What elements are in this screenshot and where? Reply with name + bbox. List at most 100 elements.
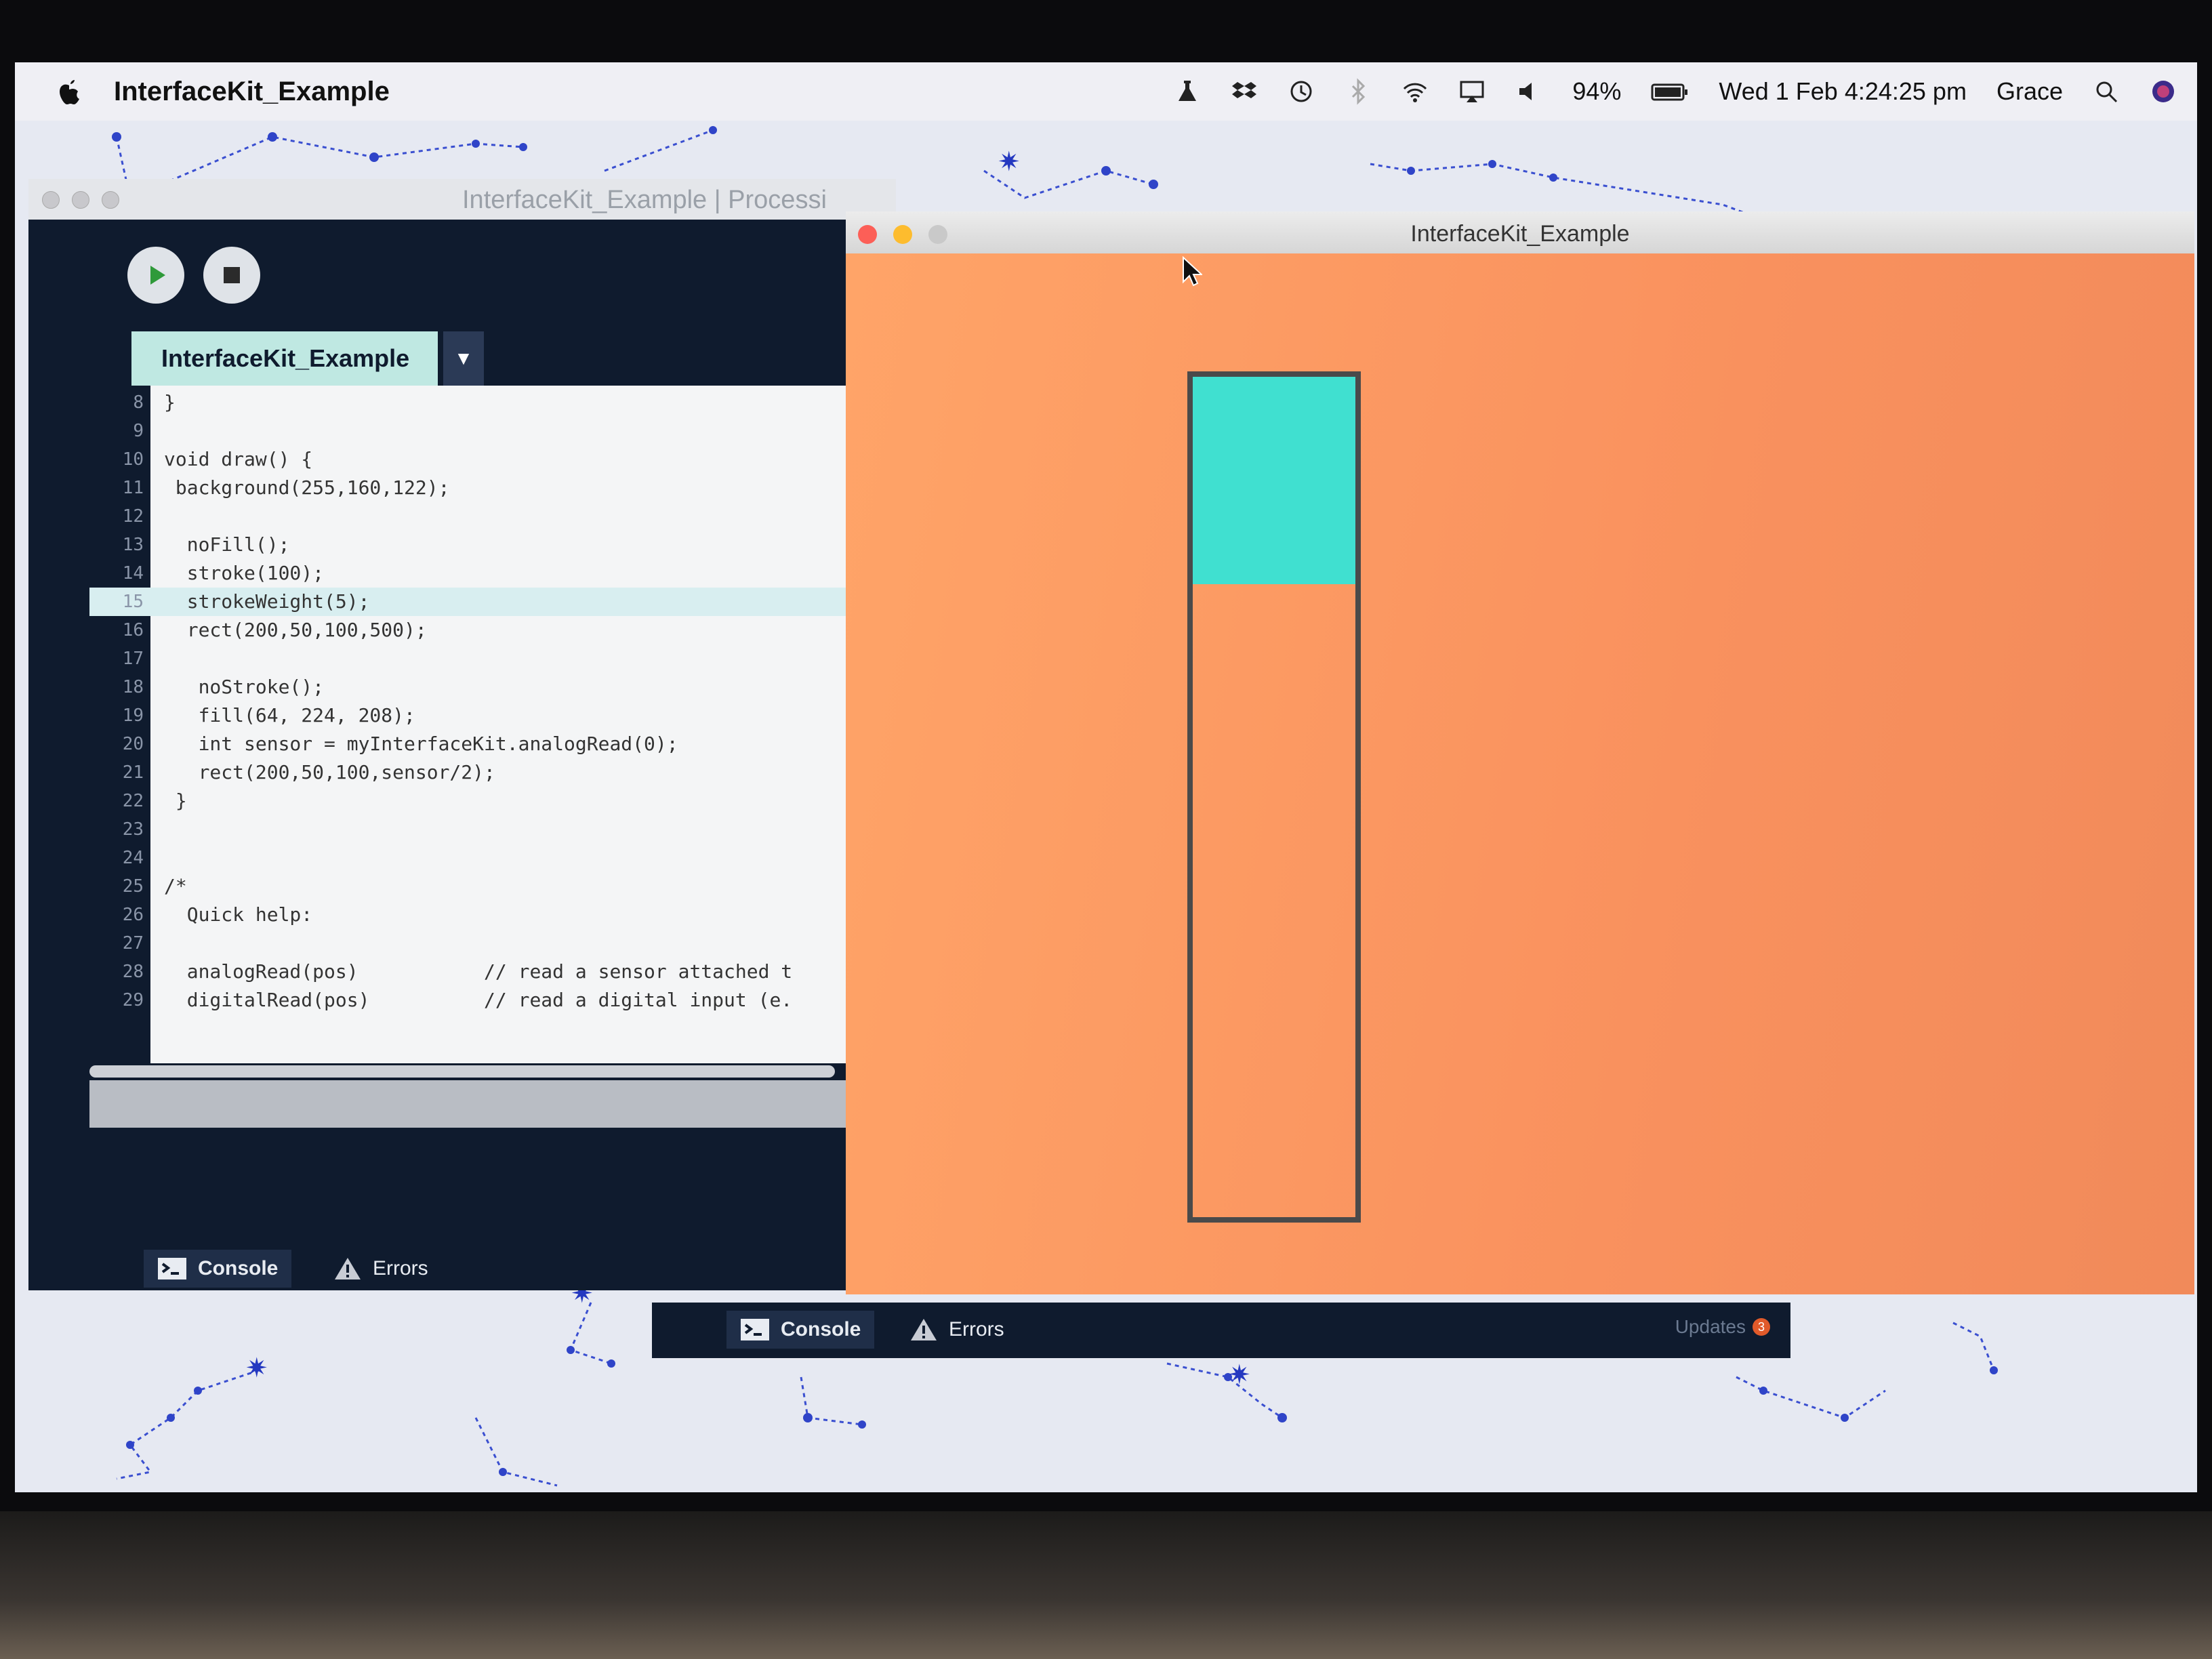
bluetooth-icon[interactable] [1345, 78, 1372, 105]
line-number: 17 [122, 649, 144, 669]
code-line[interactable]: 28 analogRead(pos) // read a sensor atta… [89, 958, 896, 986]
code-line[interactable]: 27 [89, 929, 896, 958]
line-number: 12 [122, 506, 144, 527]
terminal-icon [741, 1319, 769, 1340]
line-number: 26 [122, 905, 144, 925]
code-line[interactable]: 17 [89, 644, 896, 673]
code-line[interactable]: 20 int sensor = myInterfaceKit.analogRea… [89, 730, 896, 758]
code-text: int sensor = myInterfaceKit.analogRead(0… [164, 733, 678, 755]
code-line[interactable]: 18 noStroke(); [89, 673, 896, 701]
code-text: rect(200,50,100,500); [164, 619, 427, 641]
tab-console[interactable]: Console [144, 1250, 292, 1288]
code-line[interactable]: 9 [89, 417, 896, 445]
code-text: } [164, 391, 176, 413]
line-number: 10 [122, 449, 144, 470]
code-text: } [164, 790, 187, 812]
code-line[interactable]: 22 } [89, 787, 896, 815]
terminal-icon [158, 1258, 186, 1279]
play-icon [150, 266, 165, 285]
wifi-icon[interactable] [1401, 78, 1429, 105]
code-text: strokeWeight(5); [164, 590, 370, 613]
dropbox-icon[interactable] [1231, 78, 1258, 105]
line-number: 19 [122, 705, 144, 726]
code-text: analogRead(pos) // read a sensor attache… [164, 960, 793, 983]
tab-menu-button[interactable]: ▼ [443, 331, 484, 386]
spotlight-search-icon[interactable] [2093, 78, 2120, 105]
code-line[interactable]: 15 strokeWeight(5); [89, 588, 896, 616]
code-text: noStroke(); [164, 676, 325, 698]
volume-icon[interactable] [1515, 78, 1542, 105]
mouse-cursor-icon [1183, 256, 1202, 287]
code-line[interactable]: 14 stroke(100); [89, 559, 896, 588]
time-machine-icon[interactable] [1288, 78, 1315, 105]
svg-text:✷: ✷ [245, 1353, 268, 1384]
svg-text:✷: ✷ [1228, 1359, 1251, 1391]
stop-button[interactable] [203, 247, 260, 304]
ide-title-bar[interactable]: InterfaceKit_Example | Processi [28, 179, 896, 220]
tab-interfacekit-example[interactable]: InterfaceKit_Example [131, 331, 438, 386]
code-line[interactable]: 8} [89, 388, 896, 417]
battery-icon[interactable] [1651, 78, 1689, 105]
battery-percentage[interactable]: 94% [1572, 77, 1621, 106]
ide-minimize-button[interactable] [72, 191, 89, 209]
line-number: 25 [122, 876, 144, 897]
active-app-name[interactable]: InterfaceKit_Example [114, 77, 390, 107]
user-name[interactable]: Grace [1996, 77, 2063, 106]
siri-icon[interactable] [2150, 78, 2177, 105]
console-tab-label: Console [198, 1257, 279, 1279]
line-number: 27 [122, 933, 144, 954]
code-line[interactable]: 13 noFill(); [89, 531, 896, 559]
code-line[interactable]: 10 void draw() { [89, 445, 896, 474]
line-number: 13 [122, 535, 144, 555]
sketch-canvas[interactable] [846, 253, 2194, 1294]
tab-errors-2[interactable]: Errors [896, 1311, 1018, 1349]
code-line[interactable]: 11 background(255,160,122); [89, 474, 896, 502]
status-area: 94% Wed 1 Feb 4:24:25 pm Grace [1174, 62, 2177, 121]
updates-button[interactable]: Updates 3 [1675, 1316, 1770, 1338]
line-number: 16 [122, 620, 144, 640]
tab-console-2[interactable]: Console [726, 1311, 875, 1349]
code-line[interactable]: 25 /* [89, 872, 896, 901]
line-number: 11 [122, 478, 144, 498]
code-line[interactable]: 29 digitalRead(pos) // read a digital in… [89, 986, 896, 1015]
editor-horizontal-scrollbar[interactable] [89, 1065, 835, 1078]
updates-count-badge: 3 [1753, 1318, 1770, 1336]
run-button[interactable] [127, 247, 184, 304]
code-line[interactable]: 23 [89, 815, 896, 844]
code-text: fill(64, 224, 208); [164, 704, 415, 726]
line-number: 20 [122, 734, 144, 754]
line-number: 23 [122, 819, 144, 840]
sketch-title-bar[interactable]: InterfaceKit_Example [846, 211, 2194, 253]
ide-zoom-button[interactable] [102, 191, 119, 209]
line-number: 28 [122, 962, 144, 982]
code-line[interactable]: 24 [89, 844, 896, 872]
apple-menu-icon[interactable] [56, 76, 83, 107]
console-tab-label: Console [781, 1318, 861, 1340]
line-number: 29 [122, 990, 144, 1010]
line-number: 9 [133, 421, 144, 441]
code-line[interactable]: 19 fill(64, 224, 208); [89, 701, 896, 730]
stop-icon [224, 267, 240, 283]
ide-close-button[interactable] [42, 191, 60, 209]
code-text: noFill(); [164, 533, 290, 556]
sketch-window-title: InterfaceKit_Example [1410, 221, 1630, 247]
line-number: 15 [122, 592, 144, 612]
line-number: 21 [122, 762, 144, 783]
warning-icon [335, 1258, 361, 1279]
code-line[interactable]: 26 Quick help: [89, 901, 896, 929]
line-number: 8 [133, 392, 144, 413]
code-text: background(255,160,122); [164, 476, 450, 499]
code-text: /* [164, 875, 187, 897]
code-line[interactable]: 21 rect(200,50,100,sensor/2); [89, 758, 896, 787]
triangle-down-icon: ▼ [454, 348, 473, 369]
flask-icon[interactable] [1174, 78, 1201, 105]
airplay-icon[interactable] [1458, 78, 1486, 105]
code-line[interactable]: 16 rect(200,50,100,500); [89, 616, 896, 644]
errors-tab-label: Errors [373, 1257, 428, 1279]
menu-clock[interactable]: Wed 1 Feb 4:24:25 pm [1719, 77, 1967, 106]
updates-label: Updates [1675, 1316, 1746, 1337]
code-line[interactable]: 12 [89, 502, 896, 531]
laptop-bezel [0, 1511, 2212, 1659]
tab-errors[interactable]: Errors [320, 1250, 442, 1288]
code-editor[interactable]: 8} 9 10 void draw() {11 background(255,160,… [89, 386, 896, 1063]
